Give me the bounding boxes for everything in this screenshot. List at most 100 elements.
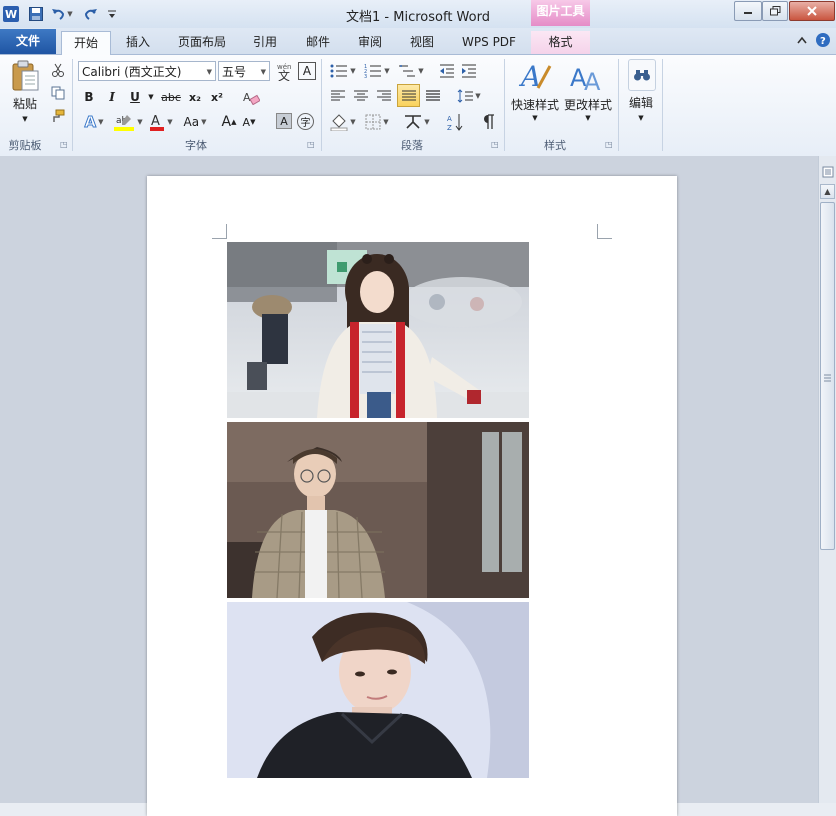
align-center-icon[interactable] — [351, 86, 371, 106]
chinese-layout-icon[interactable]: ▼ — [402, 111, 432, 133]
font-group-label: 字体 — [185, 139, 207, 152]
title-bar: W ▼ 文档1 - Microsoft Word 图片工具 — [0, 0, 836, 28]
sort-icon[interactable]: AZ — [445, 111, 467, 133]
group-divider — [662, 59, 663, 151]
bullets-icon[interactable]: ▼ — [328, 61, 358, 81]
tab-review[interactable]: 审阅 — [349, 31, 391, 54]
styles-launcher-icon[interactable]: ◳ — [605, 140, 614, 149]
multilevel-list-icon[interactable]: ▼ — [396, 61, 426, 81]
find-binoculars-icon[interactable] — [628, 59, 656, 91]
change-case-label: Aa — [183, 115, 200, 129]
paste-dropdown[interactable]: ▼ — [18, 114, 32, 124]
change-styles-button[interactable]: 更改样式 — [561, 96, 615, 112]
change-styles-icon[interactable]: AA — [566, 59, 608, 95]
margin-corner-mark — [597, 224, 612, 239]
quick-styles-button[interactable]: 快速样式 — [508, 96, 562, 112]
highlight-color-icon[interactable]: ab ▼ — [110, 112, 146, 132]
subscript-button[interactable]: x₂ — [186, 88, 204, 106]
editing-button[interactable]: 编辑 — [624, 94, 658, 110]
margin-corner-mark — [212, 224, 227, 239]
paste-button[interactable]: 粘贴 — [6, 95, 44, 111]
document-page[interactable] — [147, 176, 677, 816]
shrink-font-label: A — [242, 115, 251, 129]
italic-button[interactable]: I — [103, 88, 121, 106]
photo-man-black-jacket[interactable] — [227, 602, 529, 778]
clipboard-group-label: 剪贴板 — [8, 139, 42, 152]
numbering-icon[interactable]: 1 2 3 ▼ — [362, 61, 392, 81]
grow-font-button[interactable]: A ▲ — [220, 112, 238, 132]
font-name-combo[interactable]: Calibri (西文正文) ▼ — [78, 61, 216, 81]
tab-file[interactable]: 文件 — [0, 29, 56, 54]
align-left-icon[interactable] — [328, 86, 348, 106]
clear-formatting-icon[interactable]: A — [240, 88, 262, 106]
svg-text:文: 文 — [278, 68, 290, 81]
bold-button[interactable]: B — [80, 88, 98, 106]
decrease-indent-icon[interactable] — [437, 61, 457, 81]
picture-tools-label: 图片工具 — [531, 0, 590, 26]
tab-home[interactable]: 开始 — [61, 31, 111, 55]
tab-mailings[interactable]: 邮件 — [297, 31, 339, 54]
paragraph-group-label: 段落 — [401, 139, 423, 152]
format-painter-icon[interactable] — [50, 108, 66, 124]
tab-references[interactable]: 引用 — [244, 31, 286, 54]
phonetic-guide-icon[interactable]: wén 文 — [274, 61, 296, 81]
text-effects-icon[interactable]: A ▼ — [80, 112, 108, 132]
svg-text:Z: Z — [447, 124, 452, 131]
ribbon-collapse-icon[interactable] — [795, 33, 809, 47]
borders-icon[interactable]: ▼ — [362, 111, 392, 133]
cut-icon[interactable] — [50, 62, 66, 78]
quick-styles-dropdown[interactable]: ▼ — [530, 113, 540, 123]
enclose-characters-button[interactable]: 字 — [297, 113, 314, 130]
vertical-scrollbar[interactable]: ▲ — [818, 156, 836, 803]
svg-text:?: ? — [820, 36, 826, 47]
paragraph-launcher-icon[interactable]: ◳ — [491, 140, 500, 149]
quick-styles-icon[interactable]: A — [514, 59, 556, 95]
document-area — [0, 156, 818, 816]
svg-text:A: A — [447, 115, 452, 123]
tab-page-layout[interactable]: 页面布局 — [167, 31, 237, 54]
character-border-icon[interactable]: A — [298, 62, 316, 80]
ribbon-tabs: 文件 开始 插入 页面布局 引用 邮件 审阅 视图 WPS PDF 格式 ? — [0, 28, 836, 55]
justify-icon[interactable] — [397, 84, 420, 107]
scroll-up-button[interactable]: ▲ — [820, 184, 835, 199]
copy-icon[interactable] — [50, 85, 66, 101]
underline-button[interactable]: U — [126, 88, 144, 106]
tab-view[interactable]: 视图 — [401, 31, 443, 54]
ruler-toggle-icon[interactable] — [820, 164, 835, 179]
editing-dropdown[interactable]: ▼ — [636, 113, 646, 123]
clipboard-launcher-icon[interactable]: ◳ — [60, 140, 69, 149]
tab-format[interactable]: 格式 — [531, 31, 590, 54]
font-launcher-icon[interactable]: ◳ — [307, 140, 316, 149]
photo-man-plaid-coat[interactable] — [227, 422, 529, 598]
group-divider — [618, 59, 619, 151]
font-size-combo[interactable]: 五号 ▼ — [218, 61, 270, 81]
distributed-icon[interactable] — [423, 86, 443, 106]
increase-indent-icon[interactable] — [459, 61, 479, 81]
minimize-icon[interactable] — [734, 1, 762, 21]
svg-text:A: A — [518, 60, 541, 93]
photo-girl-red-coat[interactable] — [227, 242, 529, 418]
shrink-font-button[interactable]: A ▼ — [240, 112, 258, 132]
restore-icon[interactable] — [762, 1, 788, 21]
underline-dropdown[interactable]: ▼ — [146, 88, 156, 106]
svg-text:3: 3 — [364, 74, 367, 78]
font-color-icon[interactable]: A ▼ — [146, 112, 176, 132]
group-divider — [72, 59, 73, 151]
change-styles-dropdown[interactable]: ▼ — [583, 113, 593, 123]
scroll-thumb[interactable] — [820, 202, 835, 550]
shading-icon[interactable]: ▼ — [328, 111, 358, 133]
styles-group-label: 样式 — [544, 139, 566, 152]
change-case-button[interactable]: Aa ▼ — [180, 112, 210, 132]
superscript-button[interactable]: x² — [208, 88, 226, 106]
line-spacing-icon[interactable]: ▼ — [455, 86, 483, 106]
ribbon: 粘贴 ▼ 剪贴板 ◳ Calibri (西文正文) ▼ 五号 ▼ wén 文 A B … — [0, 55, 836, 157]
tab-wps-pdf[interactable]: WPS PDF — [455, 31, 523, 54]
strikethrough-button[interactable]: abc — [160, 88, 182, 106]
paste-icon[interactable] — [6, 59, 44, 93]
character-shading-button[interactable]: A — [276, 113, 292, 129]
help-icon[interactable]: ? — [815, 32, 831, 48]
close-icon[interactable] — [789, 1, 835, 21]
align-right-icon[interactable] — [374, 86, 394, 106]
show-marks-icon[interactable] — [478, 111, 500, 133]
tab-insert[interactable]: 插入 — [117, 31, 159, 54]
